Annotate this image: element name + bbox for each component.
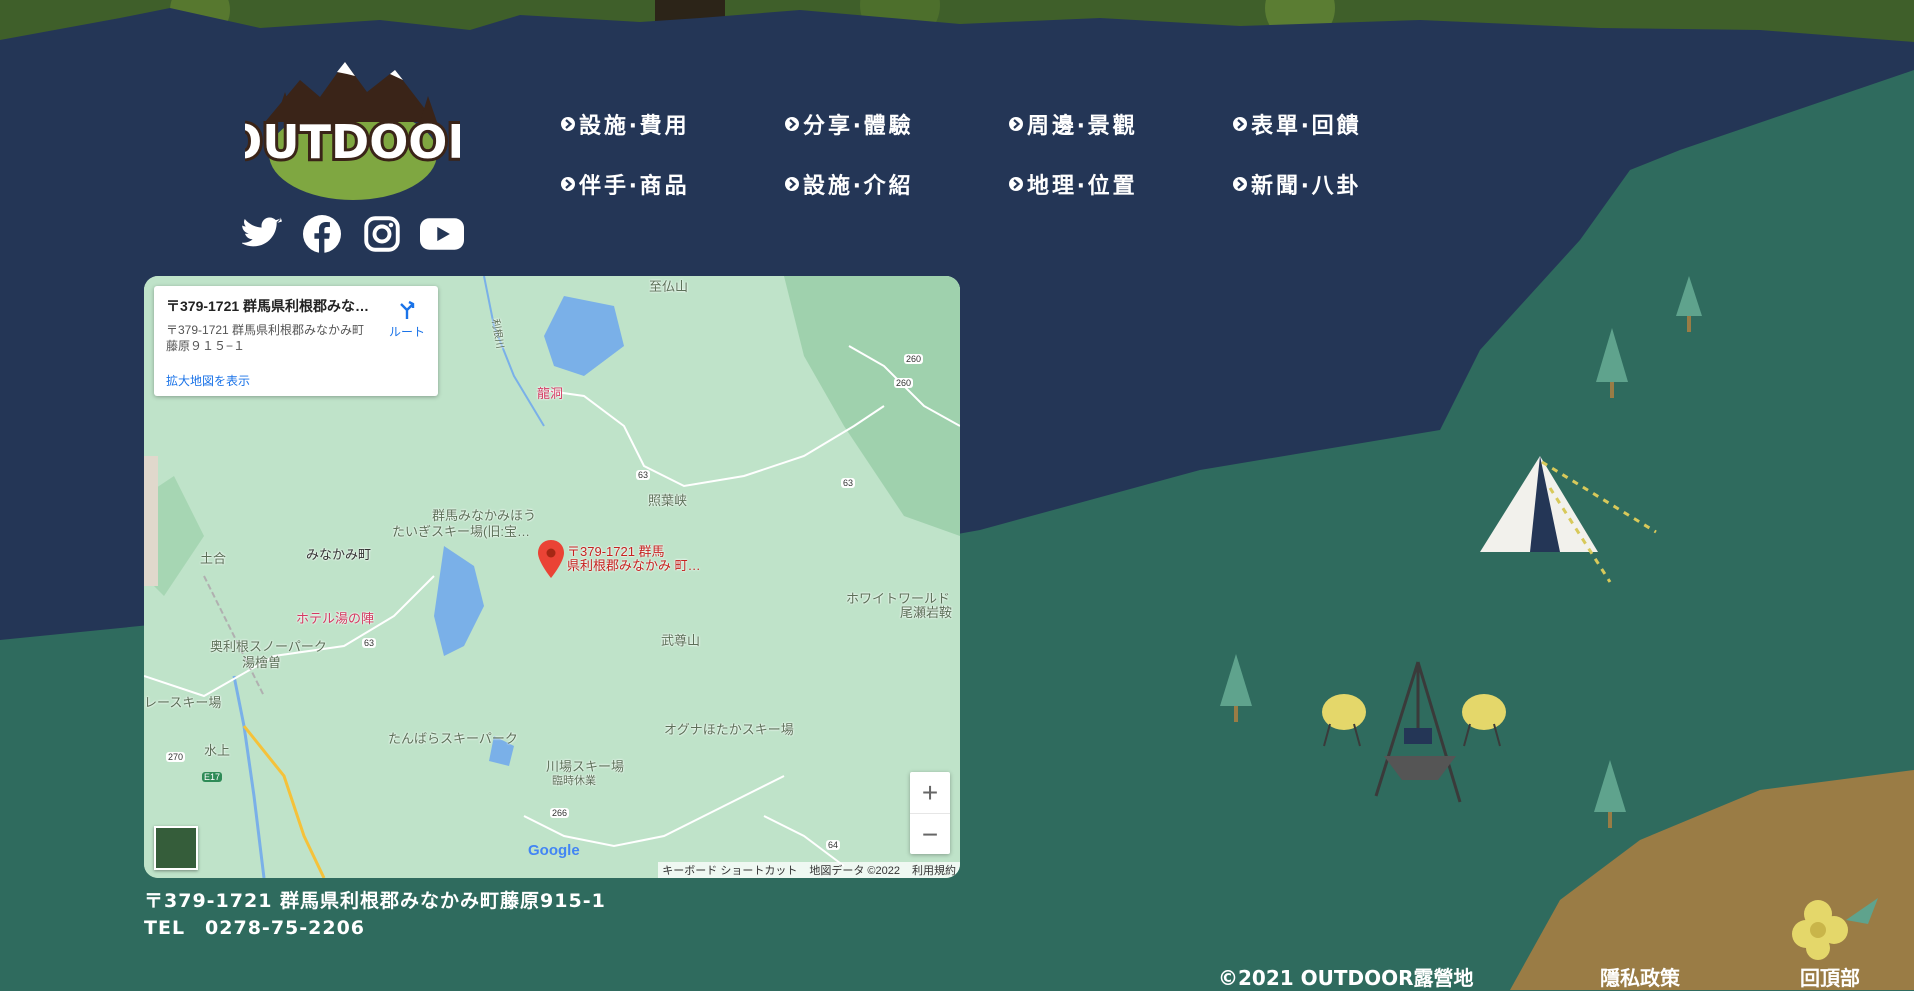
road-shield: E17 (202, 772, 223, 782)
instagram-icon[interactable] (360, 212, 404, 256)
map-label: 尾瀬岩鞍 (900, 605, 953, 620)
logo-text: OUTDOOR (245, 115, 460, 169)
google-logo: Google (528, 842, 580, 859)
map-label: オグナほたかスキー場 (664, 722, 794, 737)
tent-icon (1480, 456, 1657, 583)
nav-item-label: 新聞‧八卦 (1251, 174, 1362, 199)
nav-item-surroundings[interactable]: 周邊‧景觀 (1008, 108, 1232, 140)
map-card-title: 〒379-1721 群馬県利根郡みな… (166, 298, 370, 314)
map-label: みなかみ町 (306, 547, 372, 562)
flower-icon (1792, 898, 1878, 960)
chevron-right-icon (1009, 117, 1023, 131)
map-card-address-line: 藤原９１５−１ (166, 339, 246, 353)
zoom-out-button[interactable]: − (910, 814, 950, 855)
main-nav: 設施‧費用 分享‧體驗 周邊‧景觀 表單‧回饋 伴手‧商品 設施‧介紹 地理‧位… (560, 108, 1380, 200)
road-shield: 260 (904, 354, 924, 364)
map-label: 龍洞 (537, 386, 564, 401)
map-label: 武尊山 (661, 633, 701, 648)
nav-item-location[interactable]: 地理‧位置 (1008, 168, 1232, 200)
twitter-icon[interactable] (240, 212, 284, 256)
map-card-address: 〒379-1721 群馬県利根郡みなかみ町 藤原９１５−１ (166, 322, 376, 354)
road-shield: 63 (362, 638, 377, 648)
satellite-toggle[interactable] (154, 826, 198, 870)
road-shield: 270 (166, 752, 186, 762)
map-data-text: 地図データ ©2022 (809, 865, 900, 877)
nav-item-label: 周邊‧景觀 (1027, 114, 1138, 139)
pine-tree-icon (1596, 328, 1628, 398)
nav-item-facility-fees[interactable]: 設施‧費用 (560, 108, 784, 140)
pine-tree-icon (1594, 760, 1626, 828)
road-shield: 64 (826, 840, 841, 850)
road-shield: 63 (636, 470, 651, 480)
chevron-right-icon (1233, 117, 1247, 131)
chevron-right-icon (1009, 177, 1023, 191)
address-text: 〒379-1721 群馬県利根郡みなかみ町藤原915-1 (144, 890, 606, 912)
map-label: たんばらスキーパーク (388, 731, 518, 746)
location-pin-icon[interactable] (538, 540, 564, 578)
map-label: ホテル湯の陣 (296, 611, 375, 626)
road-shield: 63 (841, 478, 856, 488)
map-label: 土合 (200, 551, 227, 566)
nav-item-label: 伴手‧商品 (579, 174, 690, 199)
nav-item-label: 設施‧介紹 (803, 174, 914, 199)
map-label: 湯檜曽 (242, 655, 282, 670)
map-label: レースキー場 (144, 695, 222, 710)
directions-button[interactable]: ルート (382, 298, 432, 340)
map-info-card: 〒379-1721 群馬県利根郡みな… 〒379-1721 群馬県利根郡みなかみ… (154, 286, 438, 396)
pine-tree-icon (1220, 654, 1252, 722)
terms-link[interactable]: 利用規約 (912, 862, 956, 878)
outdoor-logo[interactable]: OUTDOOR (245, 52, 460, 204)
nav-item-news[interactable]: 新聞‧八卦 (1232, 168, 1456, 200)
road-shield: 260 (894, 378, 914, 388)
social-links (240, 212, 464, 256)
nav-item-share-experience[interactable]: 分享‧體驗 (784, 108, 1008, 140)
zoom-controls: + − (910, 772, 950, 854)
contact-info: 〒379-1721 群馬県利根郡みなかみ町藤原915-1 TEL 0278-75… (144, 888, 606, 942)
map-label: 臨時休業 (552, 775, 596, 787)
directions-label: ルート (388, 325, 425, 339)
map-attribution: キーボード ショートカット 地図データ ©2022 利用規約 (658, 862, 960, 878)
pin-label: 〒379-1721 群馬 (567, 544, 665, 559)
facebook-icon[interactable] (300, 212, 344, 256)
chevron-right-icon (561, 177, 575, 191)
nav-item-feedback[interactable]: 表單‧回饋 (1232, 108, 1456, 140)
tel-text: TEL 0278-75-2206 (144, 917, 366, 939)
nav-item-label: 地理‧位置 (1027, 174, 1138, 199)
pin-label: 県利根郡みなかみ 町… (567, 558, 701, 573)
zoom-in-button[interactable]: + (910, 772, 950, 814)
nav-item-label: 表單‧回饋 (1251, 114, 1362, 139)
map-label: たいぎスキー場(旧:宝… (392, 524, 530, 539)
back-to-top-link[interactable]: 回頂部 (1800, 962, 1860, 991)
privacy-policy-link[interactable]: 隱私政策 (1600, 962, 1680, 991)
campfire-chairs-icon (1322, 661, 1506, 803)
directions-icon (400, 300, 415, 319)
nav-item-facility-intro[interactable]: 設施‧介紹 (784, 168, 1008, 200)
nav-item-souvenirs[interactable]: 伴手‧商品 (560, 168, 784, 200)
copyright-text: ©2021 OUTDOOR露營地 (1218, 966, 1474, 990)
chevron-right-icon (785, 177, 799, 191)
view-larger-map-link[interactable]: 拡大地図を表示 (166, 372, 250, 389)
chevron-right-icon (561, 117, 575, 131)
youtube-icon[interactable] (420, 212, 464, 256)
map-label: 照葉峡 (648, 493, 688, 508)
nav-item-label: 分享‧體驗 (803, 114, 914, 139)
embedded-map[interactable]: 龍洞 至仏山 照葉峡 群馬みなかみほう たいぎスキー場(旧:宝… みなかみ町 土… (144, 276, 960, 878)
map-label: 至仏山 (649, 279, 689, 294)
pine-tree-icon (1676, 276, 1702, 332)
chevron-right-icon (785, 117, 799, 131)
map-label: 水上 (204, 743, 231, 758)
keyboard-shortcuts-link[interactable]: キーボード ショートカット (662, 862, 797, 878)
chevron-right-icon (1233, 177, 1247, 191)
road-shield: 266 (550, 808, 570, 818)
map-card-address-line: 〒379-1721 群馬県利根郡みなかみ町 (166, 323, 365, 337)
nav-item-label: 設施‧費用 (579, 114, 690, 139)
